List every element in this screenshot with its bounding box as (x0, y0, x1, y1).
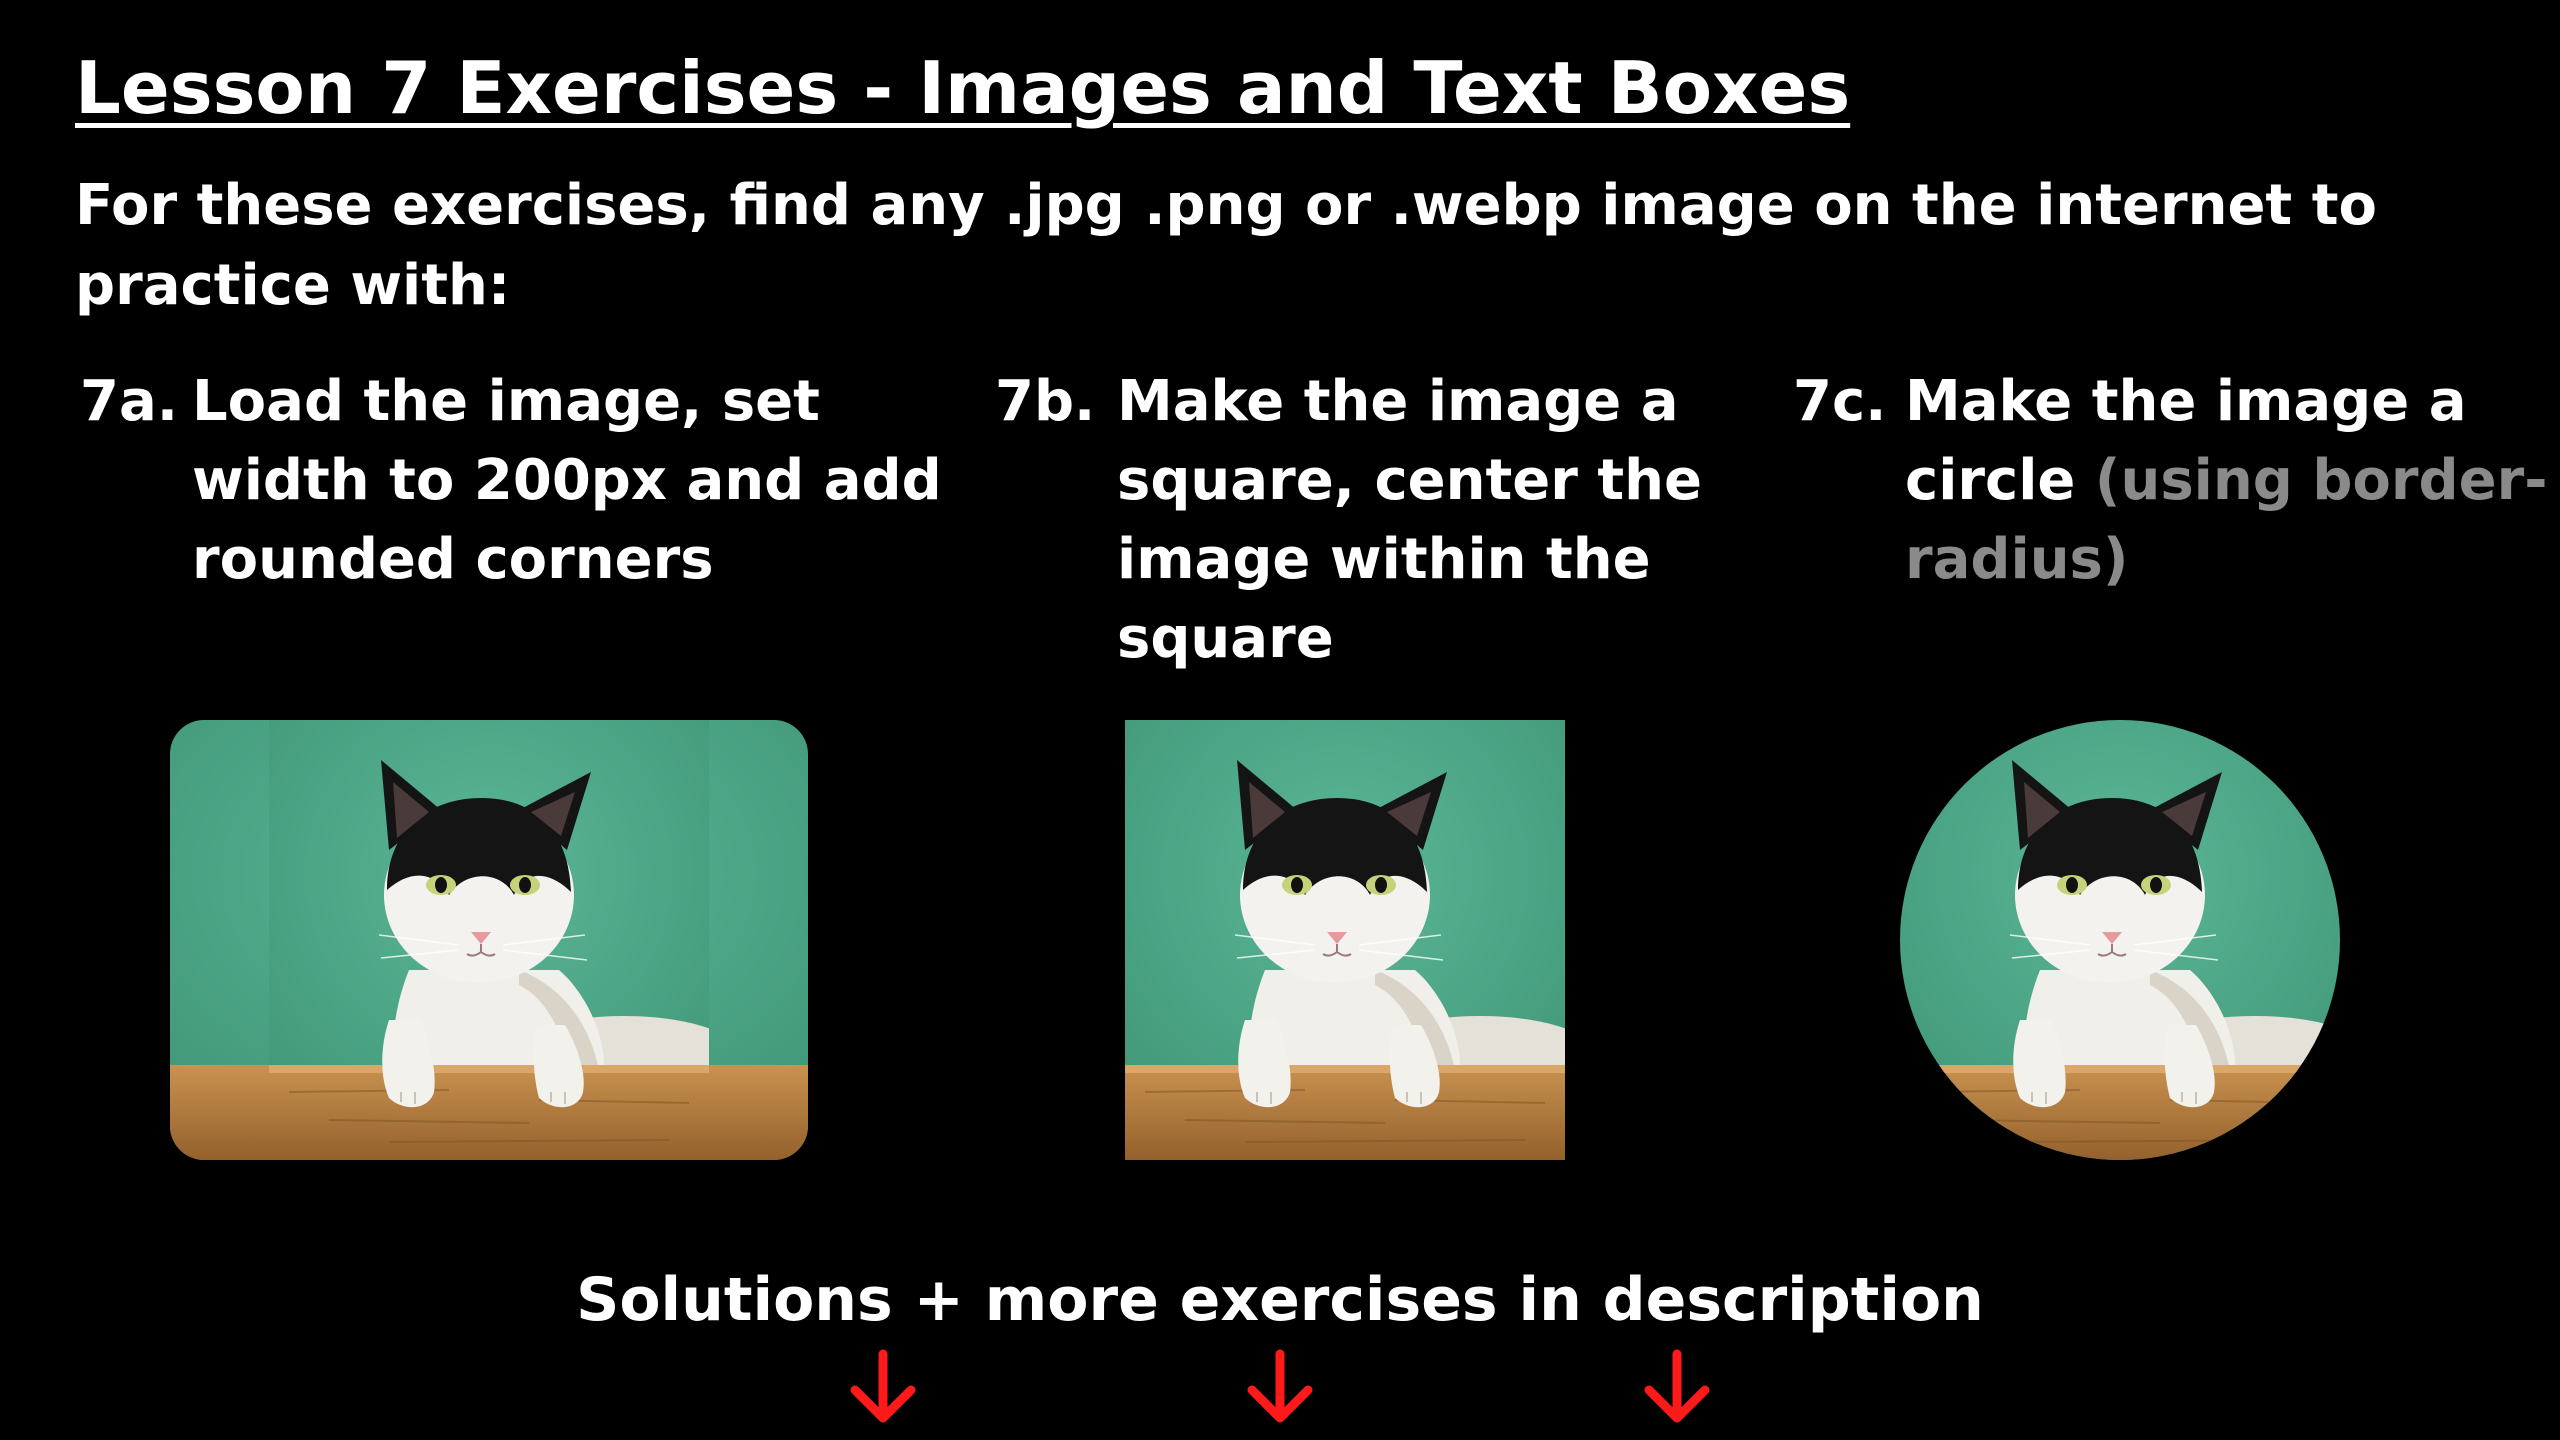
page-title: Lesson 7 Exercises - Images and Text Box… (75, 46, 1851, 130)
cat-image-circle (1900, 720, 2340, 1160)
exercise-text: Make the image a circle (using border-ra… (1905, 362, 2555, 599)
arrow-down-icon (1637, 1348, 1717, 1428)
exercise-instruction: Make the image a square, center the imag… (1117, 369, 1702, 671)
exercise-text: Load the image, set width to 200px and a… (192, 362, 972, 599)
cat-image-square (1125, 720, 1565, 1160)
exercise-number: 7b. (995, 369, 1096, 434)
cat-photo-illustration (1125, 720, 1565, 1160)
footer-text: Solutions + more exercises in descriptio… (576, 1265, 1984, 1335)
cat-image-rounded (170, 720, 808, 1160)
cat-photo-illustration (170, 720, 808, 1160)
exercise-number: 7c. (1793, 369, 1887, 434)
intro-text: For these exercises, find any .jpg .png … (75, 173, 2377, 318)
exercise-instruction: Load the image, set width to 200px and a… (192, 369, 942, 592)
cat-photo-illustration (1900, 720, 2340, 1160)
arrow-down-icon (1240, 1348, 1320, 1428)
exercise-text: Make the image a square, center the imag… (1117, 362, 1817, 678)
arrow-down-icon (843, 1348, 923, 1428)
exercise-number: 7a. (80, 369, 179, 434)
